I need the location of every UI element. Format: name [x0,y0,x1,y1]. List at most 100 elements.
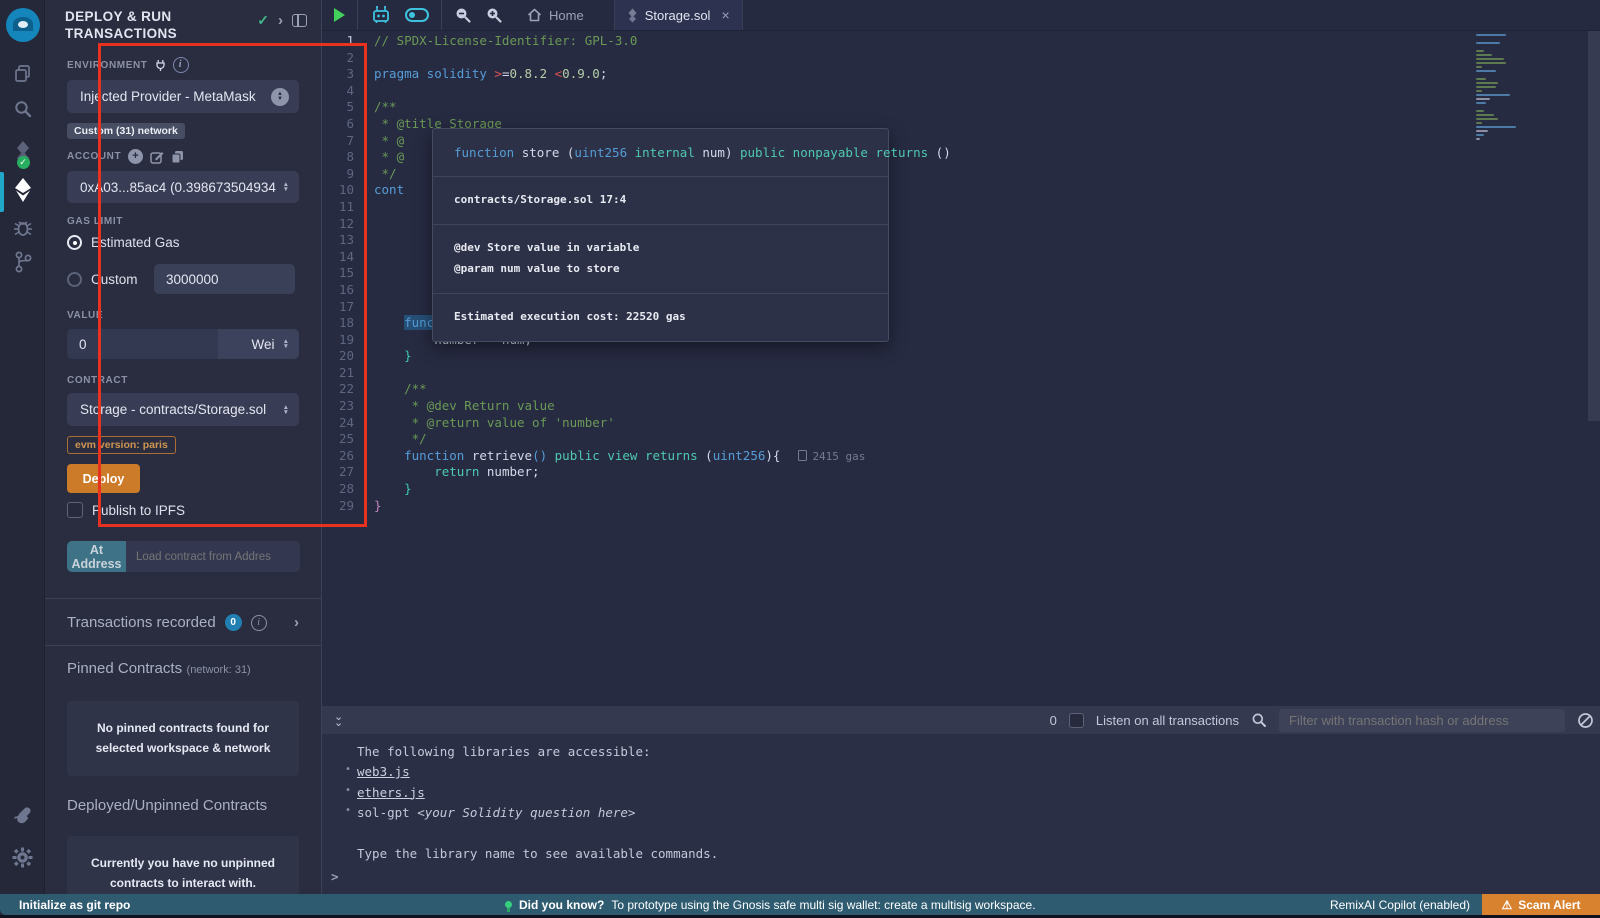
value-unit-select[interactable]: Wei ▲▼ [218,329,299,359]
plug-icon [155,59,166,71]
home-icon [527,8,542,22]
tab-storage-sol[interactable]: Storage.sol × [614,0,743,30]
editor-minimap[interactable] [1476,34,1538,142]
code-line[interactable]: 2 [322,50,1600,67]
status-bar: Initialize as git repo Did you know? To … [0,894,1600,915]
git-init-button[interactable]: Initialize as git repo [19,898,130,912]
settings-gear-icon[interactable] [0,843,45,871]
close-tab-icon[interactable]: × [721,7,729,23]
account-select[interactable]: 0xA03...85ac4 (0.398673504934 ▲▼ [67,171,299,203]
pinned-contracts-title: Pinned Contracts [67,660,182,677]
terminal-header: ⌄⌄ 0 Listen on all transactions [322,706,1600,734]
add-account-icon[interactable]: + [128,149,143,164]
code-line[interactable]: 22 /** [322,381,1600,398]
main-area: Home Storage.sol × 1// SPDX-License-Iden… [322,0,1600,894]
network-badge: Custom (31) network [67,123,185,139]
tooltip-file-path: contracts/Storage.sol 17:4 [433,176,888,224]
code-line[interactable]: 25 */ [322,431,1600,448]
contract-label: CONTRACT [67,375,128,386]
plugin-manager-icon[interactable] [0,803,45,831]
panel-forward-icon[interactable]: › [278,12,283,29]
custom-gas-input[interactable] [154,264,295,294]
contract-select[interactable]: Storage - contracts/Storage.sol ▲▼ [67,393,299,426]
code-line[interactable]: 21 [322,365,1600,382]
code-line[interactable]: 4 [322,83,1600,100]
terminal-search-icon [1251,712,1267,728]
account-label: ACCOUNT [67,151,121,162]
estimated-gas-radio[interactable] [67,235,82,250]
deploy-button[interactable]: Deploy [67,464,140,493]
code-line[interactable]: 27 return number; [322,464,1600,481]
environment-info-icon[interactable]: i [173,57,189,73]
editor-toolbar: Home Storage.sol × [322,0,1600,31]
clear-console-icon[interactable] [1577,712,1594,729]
terminal-outro: Type the library name to see available c… [357,844,1600,864]
code-line[interactable]: 5/** [322,99,1600,116]
deploy-run-panel: DEPLOY & RUN TRANSACTIONS ✓ › ENVIRONMEN… [45,0,322,894]
pinned-network-subtitle: (network: 31) [187,664,251,676]
remix-logo-icon[interactable] [0,6,45,44]
environment-label: ENVIRONMENT [67,60,148,71]
zoom-out-icon[interactable] [454,6,472,24]
remix-ide-window: ✓ DEPLOY & RUN TRANSACTIONS ✓ › [0,0,1600,918]
code-line[interactable]: 28 } [322,481,1600,498]
code-line[interactable]: 26 function retrieve() public view retur… [322,448,1600,465]
code-line[interactable]: 3pragma solidity >=0.8.2 <0.9.0; [322,66,1600,83]
copilot-toggle-icon[interactable] [405,8,429,22]
terminal-tx-count: 0 [1050,713,1057,728]
zoom-in-icon[interactable] [485,6,503,24]
run-script-group [322,0,358,30]
tab-home[interactable]: Home [515,0,596,30]
at-address-input[interactable] [126,541,300,572]
file-explorer-icon[interactable] [0,60,45,86]
code-line[interactable]: 24 * @return value of 'number' [322,415,1600,432]
transaction-filter-input[interactable] [1279,709,1565,732]
activity-bar: ✓ [0,0,45,894]
at-address-button[interactable]: At Address [67,541,126,572]
run-script-icon[interactable] [334,8,345,22]
code-line[interactable]: 1// SPDX-License-Identifier: GPL-3.0 [322,33,1600,50]
environment-select[interactable]: Injected Provider - MetaMask ▲▼ [67,80,299,113]
terminal-prompt[interactable]: > [331,869,339,884]
copilot-status[interactable]: RemixAI Copilot (enabled) [1330,898,1470,912]
listen-all-transactions-checkbox[interactable] [1069,713,1084,728]
publish-ipfs-checkbox[interactable] [67,502,83,518]
code-line[interactable]: 29} [322,498,1600,515]
transactions-recorded-label: Transactions recorded [67,614,216,631]
code-line[interactable]: 23 * @dev Return value [322,398,1600,415]
estimated-gas-label: Estimated Gas [91,235,180,250]
code-editor[interactable]: 1// SPDX-License-Identifier: GPL-3.023pr… [322,31,1600,706]
tooltip-function-signature: function store (uint256 internal num) pu… [433,129,888,176]
publish-ipfs-label: Publish to IPFS [92,503,185,518]
edit-account-icon[interactable] [150,150,164,164]
debugger-icon[interactable] [0,214,45,242]
editor-scrollbar[interactable] [1588,31,1600,421]
copy-address-icon[interactable] [171,150,184,164]
transactions-expand-icon[interactable]: › [294,614,299,631]
transactions-info-icon[interactable]: i [251,615,267,631]
listen-all-transactions-label: Listen on all transactions [1096,713,1239,728]
panel-check-icon: ✓ [257,12,269,29]
value-label: VALUE [67,310,103,321]
transactions-count-badge: 0 [225,614,242,631]
evm-version-badge: evm version: paris [67,436,176,454]
value-input[interactable] [67,329,218,359]
gas-limit-label: GAS LIMIT [67,216,123,227]
panel-pin-icon[interactable] [292,14,307,27]
terminal[interactable]: The following libraries are accessible: … [322,734,1600,894]
scam-alert-button[interactable]: ⚠ Scam Alert [1482,894,1600,915]
terminal-library-item[interactable]: web3.js [357,762,1600,782]
git-icon[interactable] [0,248,45,276]
ai-robot-icon[interactable] [370,5,392,25]
code-line[interactable]: 20 } [322,348,1600,365]
select-carets-icon: ▲▼ [271,88,289,106]
search-icon[interactable] [0,96,45,122]
solidity-compiler-icon[interactable]: ✓ [0,138,45,168]
terminal-collapse-icon[interactable]: ⌄⌄ [334,714,341,726]
ai-group [358,0,442,30]
solidity-file-icon [627,8,638,23]
deploy-run-icon[interactable] [0,174,45,206]
terminal-library-item[interactable]: ethers.js [357,783,1600,803]
custom-gas-label: Custom [91,272,145,287]
custom-gas-radio[interactable] [67,272,82,287]
